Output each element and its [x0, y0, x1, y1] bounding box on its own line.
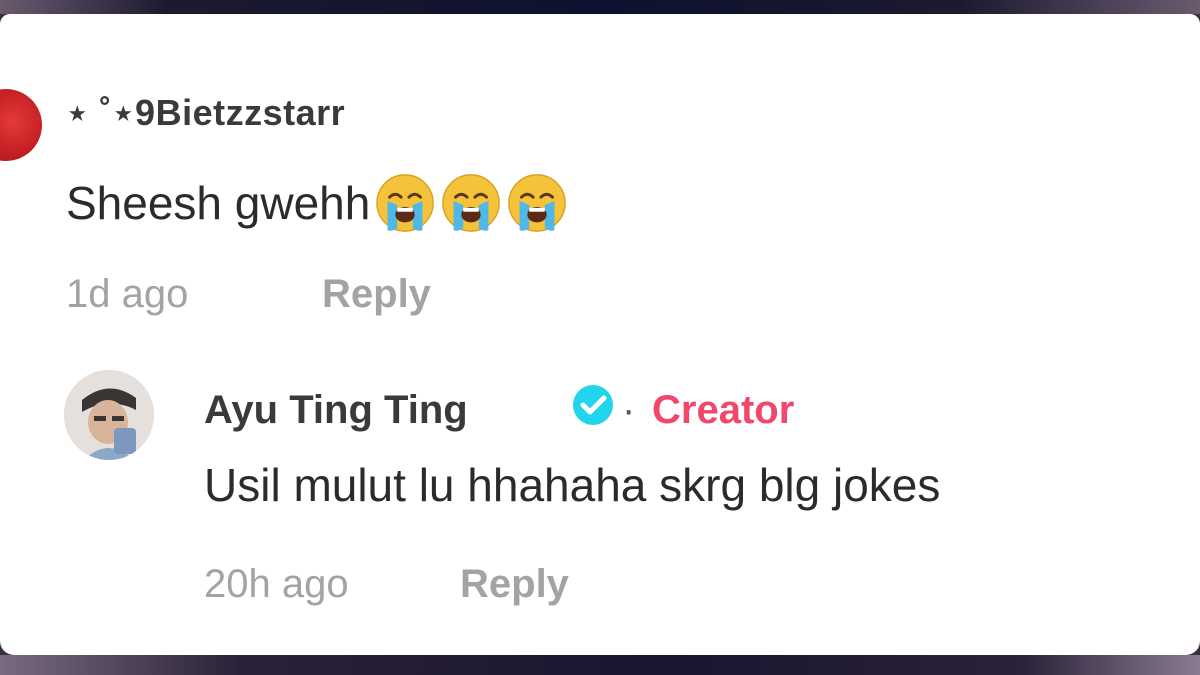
comment-text-content: Sheesh gwehh — [66, 177, 371, 229]
avatar[interactable] — [64, 370, 154, 460]
avatar-photo — [64, 370, 154, 460]
comment-timestamp: 1d ago — [66, 272, 189, 316]
loudly-crying-face-icon — [508, 174, 567, 232]
reply-text: Usil mulut lu hhahaha skrg blg jokes — [204, 459, 941, 511]
reply-timestamp: 20h ago — [204, 562, 349, 606]
comment-text: Sheesh gwehh — [66, 172, 568, 234]
background-top — [0, 0, 1200, 14]
reply-username[interactable]: Ayu Ting Ting — [204, 388, 468, 433]
separator: · — [622, 388, 636, 432]
comment-panel: ⋆ ˚⋆9Bietzzstarr Sheesh gwehh 1d ago Rep… — [0, 14, 1200, 655]
loudly-crying-face-icon — [376, 174, 435, 232]
verified-badge-icon — [573, 385, 613, 425]
comment-username[interactable]: ⋆ ˚⋆9Bietzzstarr — [66, 92, 345, 134]
avatar[interactable] — [0, 89, 42, 161]
reply-button[interactable]: Reply — [322, 272, 431, 317]
background-bottom — [0, 655, 1200, 675]
reply-button[interactable]: Reply — [460, 562, 569, 607]
loudly-crying-face-icon — [442, 174, 501, 232]
creator-badge: Creator — [652, 388, 795, 432]
